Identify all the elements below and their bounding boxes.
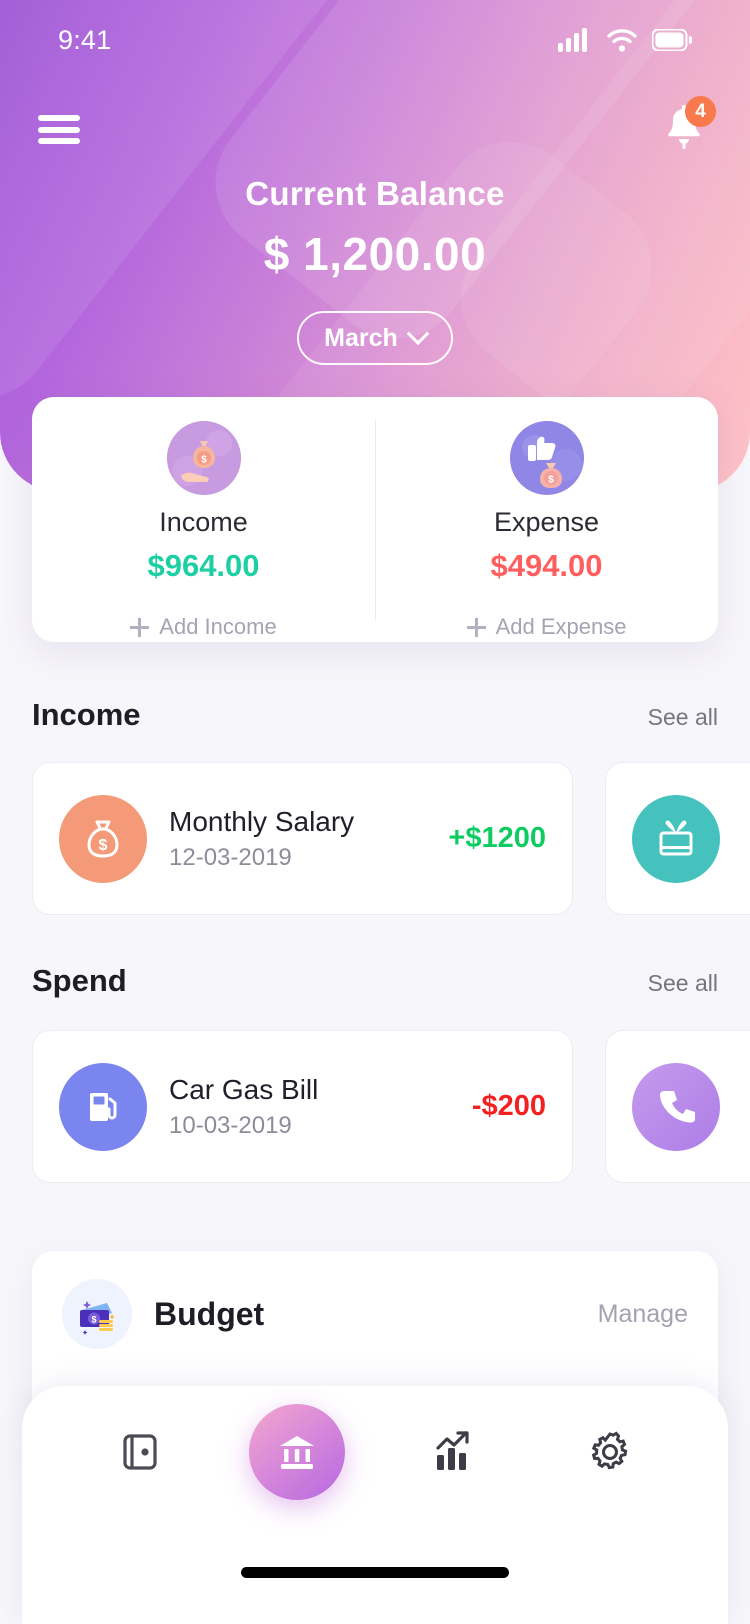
wallet-icon xyxy=(123,1434,157,1470)
plus-icon xyxy=(130,617,150,637)
balance-label: Current Balance xyxy=(245,175,505,212)
budget-title: Budget xyxy=(154,1295,265,1332)
list-item-date: 12-03-2019 xyxy=(169,843,292,871)
svg-text:$: $ xyxy=(99,837,108,854)
income-see-all-link[interactable]: See all xyxy=(648,704,718,731)
status-bar-time: 9:41 xyxy=(58,24,112,55)
list-item[interactable] xyxy=(605,1030,750,1183)
list-item-amount: -$200 xyxy=(471,1090,546,1122)
income-summary-column: $ Income $964.00 Add Income xyxy=(32,397,375,642)
signal-bars-icon xyxy=(558,28,587,52)
battery-icon xyxy=(652,29,692,51)
thumbs-up-money-bag-icon: $ xyxy=(509,421,584,495)
svg-text:$: $ xyxy=(91,1315,96,1325)
home-indicator xyxy=(241,1567,509,1578)
summary-card: $ Income $964.00 Add Income $ Expense $4… xyxy=(32,397,718,642)
list-item-title: Monthly Salary xyxy=(169,805,355,837)
app-screen: 9:41 4 Current Balance $ 1,200.00 March … xyxy=(0,0,750,1624)
spend-see-all-link[interactable]: See all xyxy=(648,970,718,997)
chart-growth-icon xyxy=(436,1431,469,1470)
bottom-nav-items xyxy=(22,1386,728,1518)
nav-bank-button[interactable] xyxy=(248,1404,345,1500)
list-item-amount: +$1200 xyxy=(448,822,546,854)
status-bar-icons xyxy=(558,28,692,52)
header-nav-row: 4 xyxy=(0,96,750,158)
budget-manage-link[interactable]: Manage xyxy=(598,1300,688,1329)
svg-text:$: $ xyxy=(201,455,207,466)
add-income-button[interactable]: Add Income xyxy=(130,614,277,640)
gas-pump-icon xyxy=(59,1062,147,1151)
month-label: March xyxy=(324,323,398,352)
budget-title-group: $ Budget xyxy=(62,1279,264,1349)
hand-holding-money-bag-icon: $ xyxy=(166,421,241,495)
status-bar: 9:41 xyxy=(0,0,750,80)
svg-text:$: $ xyxy=(548,475,554,486)
list-item-text: Car Gas Bill 10-03-2019 xyxy=(169,1074,450,1140)
notification-count-badge: 4 xyxy=(685,96,716,127)
expense-label: Expense xyxy=(493,507,600,537)
gift-card-icon xyxy=(632,794,720,883)
expense-value: $494.00 xyxy=(490,548,603,583)
money-bag-icon: $ xyxy=(59,794,147,883)
bottom-navigation-bar xyxy=(22,1386,728,1624)
nav-settings-button[interactable] xyxy=(562,1404,658,1500)
add-expense-button[interactable]: Add Expense xyxy=(466,614,627,640)
income-section-header: Income See all xyxy=(32,697,718,733)
phone-call-icon xyxy=(632,1062,720,1151)
list-item[interactable]: $ Monthly Salary 12-03-2019 +$1200 xyxy=(32,762,573,915)
spend-section-header: Spend See all xyxy=(32,963,718,999)
nav-statistics-button[interactable] xyxy=(405,1404,501,1500)
spend-transaction-list[interactable]: Car Gas Bill 10-03-2019 -$200 xyxy=(0,1030,750,1183)
income-value: $964.00 xyxy=(147,548,260,583)
income-label: Income xyxy=(159,507,248,537)
list-item-title: Car Gas Bill xyxy=(169,1073,319,1105)
plus-icon xyxy=(466,617,486,637)
income-transaction-list[interactable]: $ Monthly Salary 12-03-2019 +$1200 xyxy=(0,762,750,915)
list-item-date: 10-03-2019 xyxy=(169,1111,292,1139)
income-section-title: Income xyxy=(32,697,141,732)
list-item-text: Monthly Salary 12-03-2019 xyxy=(169,806,426,872)
cash-money-icon: $ xyxy=(62,1279,132,1349)
balance-block: Current Balance $ 1,200.00 March xyxy=(0,175,750,365)
gear-icon xyxy=(591,1431,628,1470)
notification-button[interactable]: 4 xyxy=(656,96,716,156)
list-item[interactable]: Car Gas Bill 10-03-2019 -$200 xyxy=(32,1030,573,1183)
budget-header: $ Budget Manage xyxy=(62,1279,688,1349)
bank-icon xyxy=(279,1436,314,1469)
expense-summary-column: $ Expense $494.00 Add Expense xyxy=(375,397,718,642)
list-item[interactable] xyxy=(605,762,750,915)
wifi-icon xyxy=(607,28,637,52)
chevron-down-icon xyxy=(406,322,430,346)
month-selector-button[interactable]: March xyxy=(297,311,453,365)
hamburger-menu-icon[interactable] xyxy=(38,112,80,144)
spend-section-title: Spend xyxy=(32,963,127,998)
add-expense-label: Add Expense xyxy=(495,614,627,639)
balance-amount: $ 1,200.00 xyxy=(263,228,487,280)
add-income-label: Add Income xyxy=(159,614,277,639)
nav-wallet-button[interactable] xyxy=(92,1404,188,1500)
